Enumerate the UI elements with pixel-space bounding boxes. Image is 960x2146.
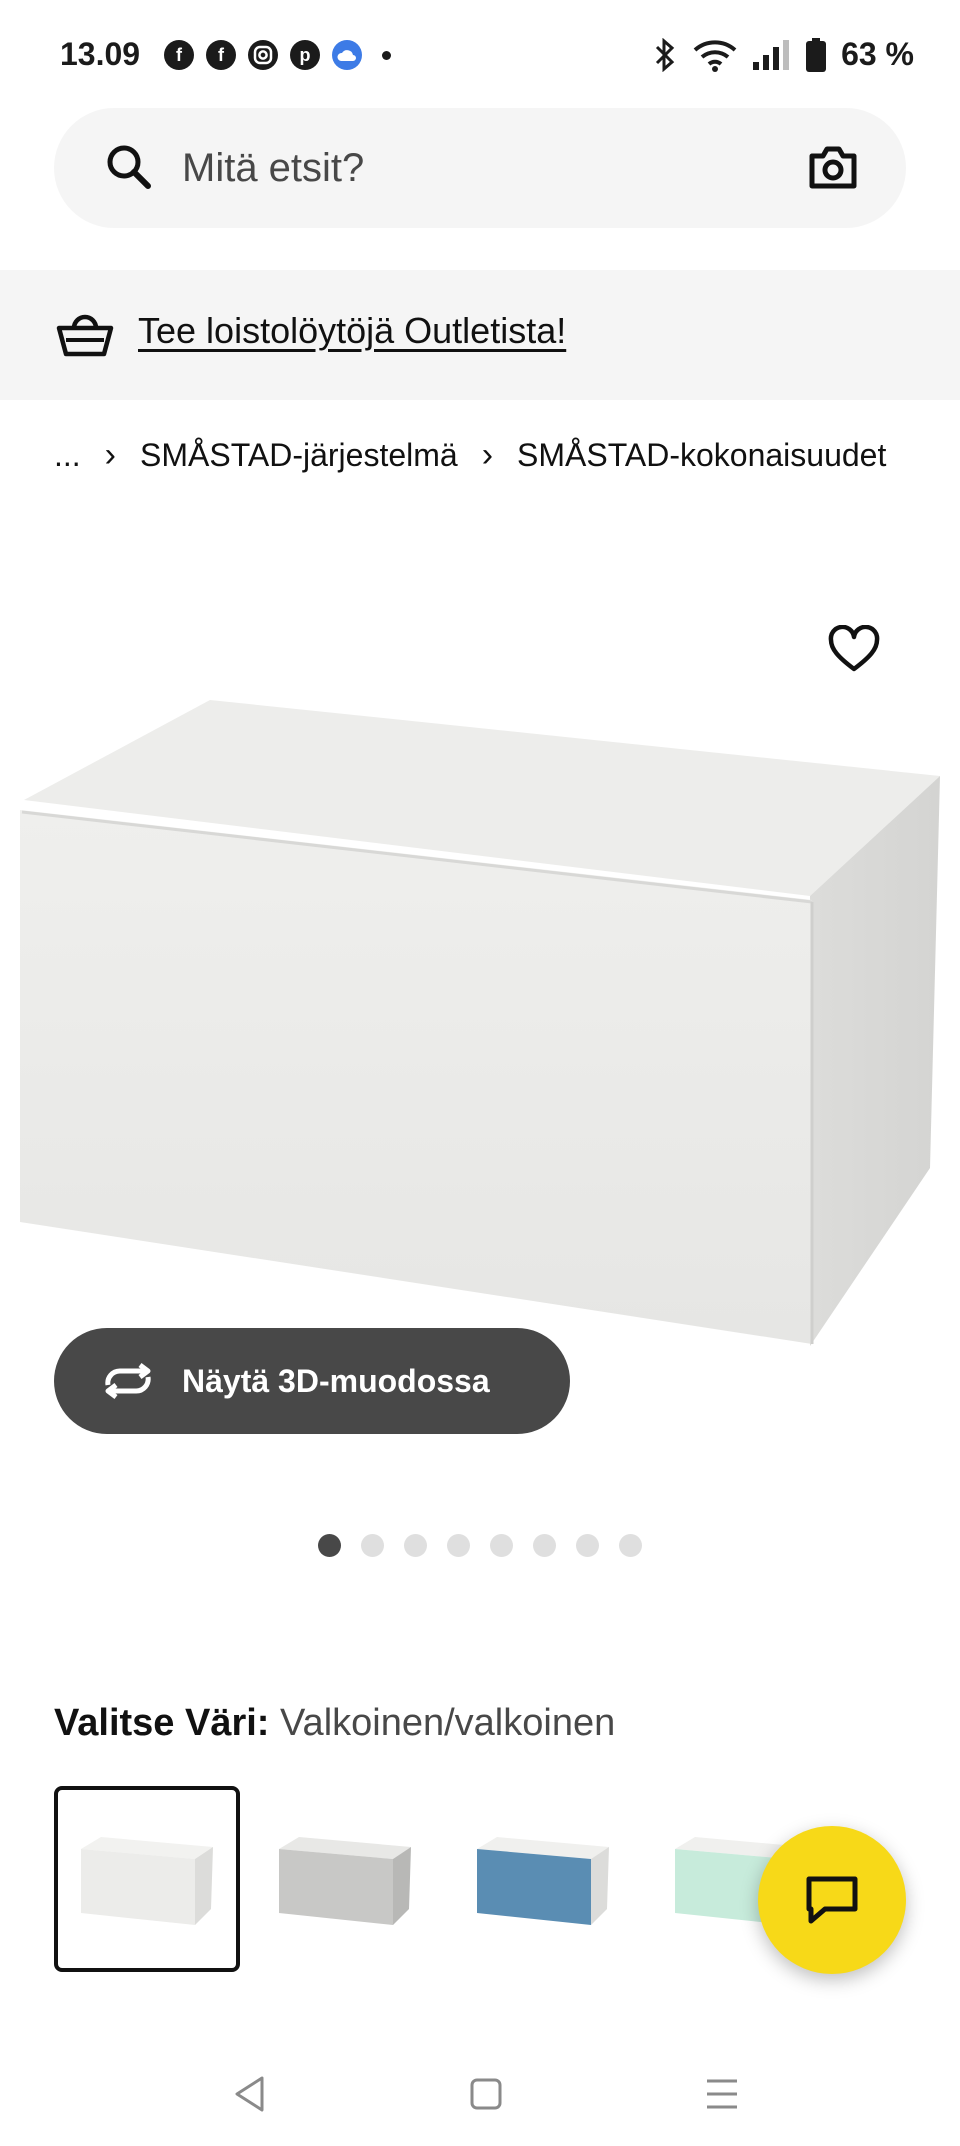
carousel-dot[interactable] — [404, 1534, 427, 1557]
breadcrumb-item-smastad-system[interactable]: SMÅSTAD-järjestelmä — [140, 437, 458, 474]
facebook-icon: f — [164, 40, 194, 70]
carousel-dot[interactable] — [619, 1534, 642, 1557]
signal-icon — [753, 39, 790, 70]
weather-icon — [332, 40, 362, 70]
system-status-icons: 63 % — [651, 36, 914, 73]
swatch-blue-thumb — [477, 1837, 609, 1925]
carousel-dot[interactable] — [361, 1534, 384, 1557]
product-image[interactable] — [0, 600, 960, 1360]
image-carousel-dots — [318, 1534, 642, 1557]
color-choice-key: Valitse Väri: — [54, 1702, 270, 1744]
menu-nav-icon[interactable] — [704, 2074, 740, 2114]
color-choice-label: Valitse Väri: Valkoinen/valkoinen — [54, 1702, 615, 1745]
carousel-dot[interactable] — [447, 1534, 470, 1557]
swatch-grey[interactable] — [252, 1786, 438, 1972]
facebook-icon: f — [206, 40, 236, 70]
rotate-3d-icon — [105, 1363, 151, 1399]
chevron-right-icon: › — [481, 436, 494, 474]
battery-percent: 63 % — [841, 36, 914, 72]
status-time: 13.09 — [60, 36, 141, 72]
chat-button[interactable] — [758, 1826, 906, 1974]
view-3d-label: Näytä 3D-muodossa — [182, 1362, 490, 1399]
home-nav-icon[interactable] — [468, 2074, 504, 2114]
color-swatches — [54, 1786, 834, 1972]
notification-icons: f f p — [164, 40, 391, 70]
swatch-blue[interactable] — [450, 1786, 636, 1972]
color-choice-value: Valkoinen/valkoinen — [280, 1702, 616, 1744]
search-input[interactable] — [182, 138, 742, 198]
breadcrumb-ellipsis[interactable]: ... — [54, 437, 81, 474]
swatch-grey-thumb — [279, 1837, 411, 1925]
favorite-heart-icon[interactable] — [828, 625, 880, 673]
system-nav-bar — [0, 2040, 960, 2146]
carousel-dot[interactable] — [533, 1534, 556, 1557]
search-icon — [107, 145, 151, 189]
carousel-dot[interactable] — [318, 1534, 341, 1557]
breadcrumb: ... › SMÅSTAD-järjestelmä › SMÅSTAD-koko… — [54, 436, 886, 475]
carousel-dot[interactable] — [490, 1534, 513, 1557]
status-bar: 13.09 f f p 63 % — [0, 0, 960, 108]
instagram-icon — [248, 40, 278, 70]
bluetooth-icon — [656, 37, 675, 72]
outlet-link[interactable]: Tee loistolöytöjä Outletista! — [138, 310, 566, 352]
carousel-dot[interactable] — [576, 1534, 599, 1557]
swatch-white[interactable] — [54, 1786, 240, 1972]
camera-search-icon[interactable] — [808, 144, 858, 190]
swatch-white-thumb — [81, 1837, 213, 1925]
chat-icon — [806, 1876, 858, 1924]
search-bar[interactable] — [54, 108, 906, 228]
back-nav-icon[interactable] — [232, 2074, 268, 2114]
battery-icon — [806, 37, 827, 72]
basket-icon — [56, 314, 114, 357]
wifi-icon — [693, 39, 737, 72]
pinterest-icon: p — [290, 40, 320, 70]
view-3d-button[interactable]: Näytä 3D-muodossa — [54, 1328, 570, 1434]
chevron-right-icon: › — [104, 436, 116, 474]
outlet-banner[interactable]: Tee loistolöytöjä Outletista! — [0, 270, 960, 400]
more-notifications-dot — [382, 50, 391, 60]
breadcrumb-item-smastad-sets[interactable]: SMÅSTAD-kokonaisuudet — [517, 437, 886, 474]
